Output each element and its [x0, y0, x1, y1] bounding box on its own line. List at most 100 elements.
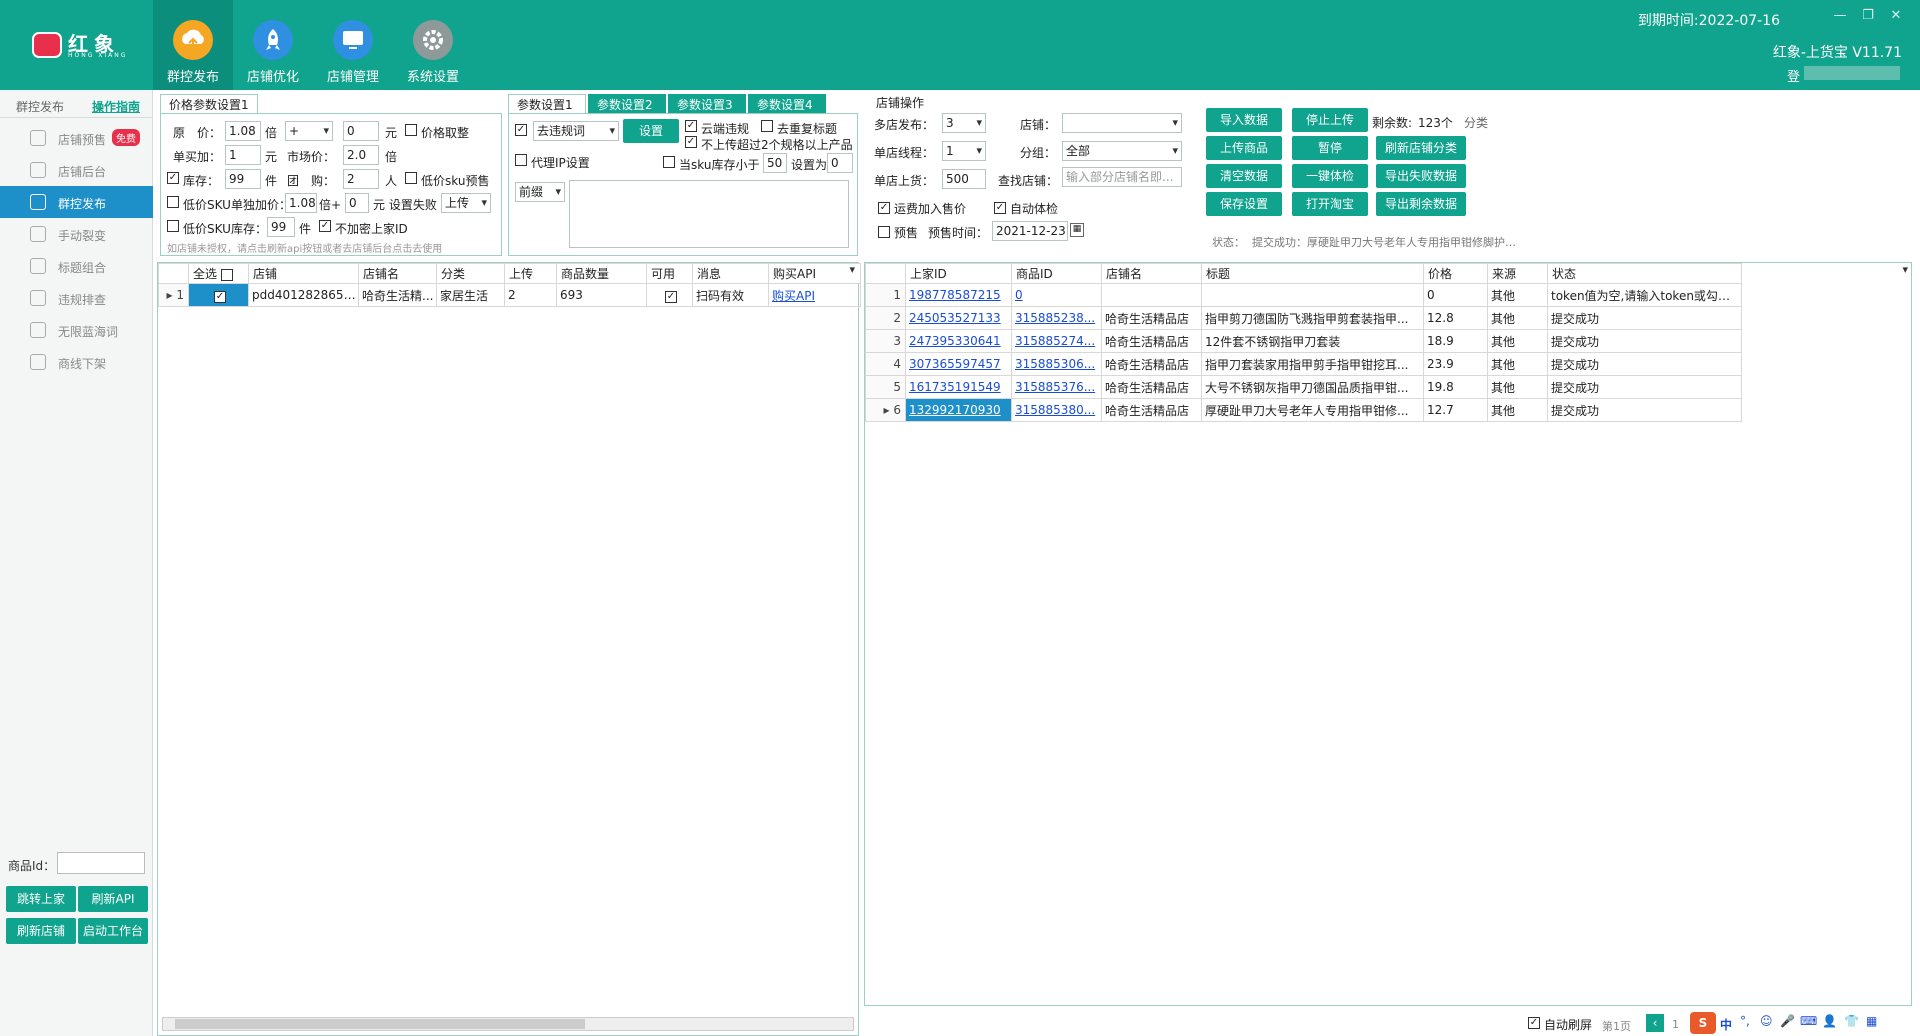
scrollbar-thumb[interactable]	[175, 1019, 585, 1029]
goods-id-cell[interactable]: 0	[1011, 283, 1102, 307]
low-sku-presale-checkbox[interactable]	[405, 172, 417, 184]
refresh-shop-category-button[interactable]: 刷新店铺分类	[1376, 136, 1466, 160]
shop-id-cell[interactable]: pdd40128286518	[248, 283, 359, 307]
low-sku-add-input[interactable]: 1.08	[285, 193, 317, 213]
col-header-source-id[interactable]: 上家ID	[905, 263, 1012, 284]
source-id-cell[interactable]: 198778587215	[905, 283, 1012, 307]
col-header-api[interactable]: 购买API	[768, 263, 861, 284]
source-id-cell[interactable]: 132992170930	[905, 398, 1012, 422]
goods-id-cell[interactable]: 315885274...	[1011, 329, 1102, 353]
sku-stock-checkbox[interactable]	[663, 156, 675, 168]
col-header-shop[interactable]: 店铺	[248, 263, 359, 284]
goods-id-link[interactable]: 315885306...	[1015, 357, 1095, 371]
table-row[interactable]: 5 161735191549 315885376... 哈奇生活精品店 大号不锈钢灰指甲…	[865, 375, 1742, 399]
tab-param-4[interactable]: 参数设置4	[748, 94, 826, 114]
goods-id-cell[interactable]: 315885306...	[1011, 352, 1102, 376]
goods-id-link[interactable]: 0	[1015, 288, 1023, 302]
goods-id-link[interactable]: 315885274...	[1015, 334, 1095, 348]
title-cell[interactable]: 厚硬趾甲刀大号老年人专用指甲钳修...	[1201, 398, 1424, 422]
tab-price-settings[interactable]: 价格参数设置1	[160, 94, 258, 114]
minimize-icon[interactable]: —	[1832, 8, 1848, 24]
title-cell[interactable]	[1201, 283, 1424, 307]
col-header-source[interactable]: 来源	[1487, 263, 1548, 284]
sidebar-item-presale[interactable]: 店铺预售 免费	[0, 122, 153, 154]
source-cell[interactable]: 其他	[1487, 398, 1548, 422]
goods-id-cell[interactable]: 315885380...	[1011, 398, 1102, 422]
stock-checkbox[interactable]: ✓	[167, 172, 179, 184]
price-round-checkbox[interactable]	[405, 124, 417, 136]
sidebar-item-backend[interactable]: 店铺后台	[0, 154, 153, 186]
low-sku-add-checkbox[interactable]	[167, 196, 179, 208]
shop-select[interactable]	[1062, 113, 1182, 133]
no-encrypt-checkbox[interactable]: ✓	[319, 220, 331, 232]
row-checkbox[interactable]: ✓	[214, 290, 226, 303]
sogou-ime-icon[interactable]: S	[1690, 1012, 1716, 1034]
price-multiplier-input[interactable]: 1.08	[225, 121, 261, 141]
clear-data-button[interactable]: 清空数据	[1206, 164, 1282, 188]
violation-checkbox[interactable]: ✓	[515, 124, 527, 136]
single-upload-input[interactable]: 500	[942, 169, 986, 189]
sidebar-item-inspect[interactable]: 违规排查	[0, 282, 153, 314]
multi-shop-select[interactable]: 3	[942, 113, 986, 133]
tab-param-2[interactable]: 参数设置2	[588, 94, 666, 114]
voice-icon[interactable]: 🎤	[1780, 1014, 1795, 1028]
table-row[interactable]: 3 247395330641 315885274... 哈奇生活精品店 12件套不锈钢指…	[865, 329, 1742, 353]
skin-icon[interactable]: 👕	[1844, 1014, 1859, 1028]
presale-checkbox[interactable]	[878, 226, 890, 238]
nav-optimize[interactable]: 店铺优化	[233, 0, 313, 90]
table-row[interactable]: 2 245053527133 315885238... 哈奇生活精品店 指甲剪刀德国防飞…	[865, 306, 1742, 330]
save-settings-button[interactable]: 保存设置	[1206, 192, 1282, 216]
guide-link[interactable]: 操作指南	[92, 98, 140, 115]
maximize-icon[interactable]: ❐	[1860, 8, 1876, 24]
title-cell[interactable]: 12件套不锈钢指甲刀套装	[1201, 329, 1424, 353]
toolbox-icon[interactable]: ▦	[1866, 1014, 1877, 1028]
shop-name-cell[interactable]: 哈奇生活精品店	[1101, 352, 1202, 376]
pause-button[interactable]: 暂停	[1292, 136, 1368, 160]
price-add-input[interactable]: 0	[343, 121, 379, 141]
col-header-message[interactable]: 消息	[692, 263, 769, 284]
source-id-link[interactable]: 245053527133	[909, 311, 1001, 325]
source-id-link[interactable]: 198778587215	[909, 288, 1001, 302]
nav-settings[interactable]: 系统设置	[393, 0, 473, 90]
source-id-cell[interactable]: 307365597457	[905, 352, 1012, 376]
price-cell[interactable]: 18.9	[1423, 329, 1488, 353]
category-select[interactable]: 全部	[1062, 141, 1182, 161]
proxy-ip-checkbox[interactable]	[515, 154, 527, 166]
goods-id-link[interactable]: 315885238...	[1015, 311, 1095, 325]
col-header-shop-name[interactable]: 店铺名	[1101, 263, 1202, 284]
source-id-cell[interactable]: 161735191549	[905, 375, 1012, 399]
buy-add-input[interactable]: 1	[225, 145, 261, 165]
goods-id-link[interactable]: 315885376...	[1015, 380, 1095, 394]
violation-select[interactable]: 去违规词	[533, 121, 619, 141]
source-id-cell[interactable]: 247395330641	[905, 329, 1012, 353]
source-id-link[interactable]: 132992170930	[909, 403, 1001, 417]
emoji-icon[interactable]: ☺	[1760, 1014, 1773, 1028]
title-cell[interactable]: 指甲刀套装家用指甲剪手指甲钳挖耳...	[1201, 352, 1424, 376]
select-all-checkbox[interactable]	[220, 268, 233, 281]
price-cell[interactable]: 19.8	[1423, 375, 1488, 399]
sidebar-item-split[interactable]: 手动裂变	[0, 218, 153, 250]
thread-select[interactable]: 1	[942, 141, 986, 161]
sidebar-item-keyword[interactable]: 无限蓝海词	[0, 314, 153, 346]
shop-name-cell[interactable]: 哈奇生活精品店	[1101, 306, 1202, 330]
open-taobao-button[interactable]: 打开淘宝	[1292, 192, 1368, 216]
goods-id-cell[interactable]: 315885238...	[1011, 306, 1102, 330]
source-cell[interactable]: 其他	[1487, 352, 1548, 376]
tab-param-1[interactable]: 参数设置1	[508, 94, 586, 114]
cloud-violation-checkbox[interactable]: ✓	[685, 120, 697, 132]
source-cell[interactable]: 其他	[1487, 375, 1548, 399]
fail-action-select[interactable]: 上传	[441, 193, 491, 213]
low-sku-stock-checkbox[interactable]	[167, 220, 179, 232]
table-row[interactable]: ▸ 6 132992170930 315885380... 哈奇生活精品店 厚硬趾甲刀大…	[865, 398, 1742, 422]
close-icon[interactable]: ✕	[1888, 8, 1904, 24]
col-header-category[interactable]: 分类	[436, 263, 505, 284]
goods-id-cell[interactable]: 315885376...	[1011, 375, 1102, 399]
low-sku-stock-input[interactable]: 99	[267, 217, 295, 237]
stock-input[interactable]: 99	[225, 169, 261, 189]
shop-name-cell[interactable]: 哈奇生活精品店	[1101, 398, 1202, 422]
start-workbench-button[interactable]: 启动工作台	[78, 918, 148, 944]
export-remaining-button[interactable]: 导出剩余数据	[1376, 192, 1466, 216]
no-upload-over-checkbox[interactable]: ✓	[685, 136, 697, 148]
category-cell[interactable]: 家居生活	[436, 283, 505, 307]
col-header-usable[interactable]: 可用	[646, 263, 693, 284]
